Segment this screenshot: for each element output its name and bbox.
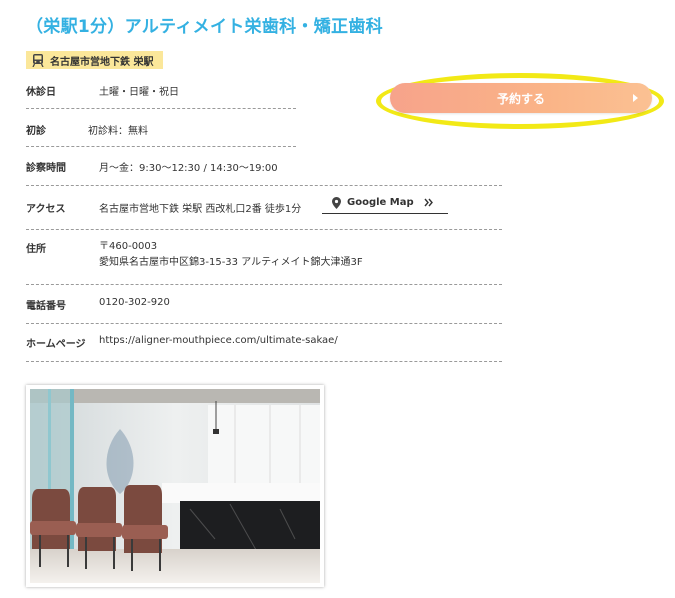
clinic-photo xyxy=(26,385,324,587)
info-row-homepage: ホームページ https://aligner-mouthpiece.com/ul… xyxy=(26,333,502,362)
address-postal: 〒460-0003 xyxy=(99,241,158,252)
page-title: （栄駅1分）アルティメイト栄歯科・矯正歯科 xyxy=(26,17,383,37)
first-visit-label: 初診 xyxy=(26,126,46,137)
hours-label: 診察時間 xyxy=(26,163,66,174)
reserve-button[interactable]: 予約する xyxy=(390,83,652,113)
first-visit-value: 初診料：無料 xyxy=(88,126,148,137)
phone-label: 電話番号 xyxy=(26,301,66,312)
address-label: 住所 xyxy=(26,244,46,255)
access-value: 名古屋市営地下鉄 栄駅 西改札口2番 徒歩1分 xyxy=(99,204,302,215)
google-map-button[interactable]: Google Map xyxy=(322,192,448,214)
station-name: 名古屋市営地下鉄 栄駅 xyxy=(50,56,154,68)
phone-value: 0120-302-920 xyxy=(99,297,170,308)
address-line: 愛知県名古屋市中区錦3-15-33 アルティメイト錦大津通3F xyxy=(99,257,363,268)
info-row-address: 住所 〒460-0003 愛知県名古屋市中区錦3-15-33 アルティメイト錦大… xyxy=(26,240,502,285)
info-row-closed: 休診日 土曜・日曜・祝日 xyxy=(26,80,296,109)
train-icon xyxy=(32,53,44,67)
map-pin-icon xyxy=(332,196,341,209)
access-label: アクセス xyxy=(26,204,66,215)
address-value: 〒460-0003 愛知県名古屋市中区錦3-15-33 アルティメイト錦大津通3… xyxy=(99,239,363,271)
info-row-hours: 診察時間 月～金：9:30～12:30 / 14:30～19:00 xyxy=(26,155,502,186)
hours-value: 月～金：9:30～12:30 / 14:30～19:00 xyxy=(99,163,278,174)
info-row-access: アクセス 名古屋市営地下鉄 栄駅 西改札口2番 徒歩1分 Google Map xyxy=(26,196,502,230)
homepage-label: ホームページ xyxy=(26,339,86,350)
closed-label: 休診日 xyxy=(26,87,56,98)
google-map-label: Google Map xyxy=(347,197,414,208)
triangle-right-icon xyxy=(633,94,638,102)
info-row-first-visit: 初診 初診料：無料 xyxy=(26,118,296,147)
reserve-label: 予約する xyxy=(496,91,545,106)
homepage-link[interactable]: https://aligner-mouthpiece.com/ultimate-… xyxy=(99,335,338,346)
double-chevron-right-icon xyxy=(424,198,433,207)
station-badge: 名古屋市営地下鉄 栄駅 xyxy=(26,51,164,69)
info-row-phone: 電話番号 0120-302-920 xyxy=(26,295,502,324)
closed-value: 土曜・日曜・祝日 xyxy=(99,87,179,98)
